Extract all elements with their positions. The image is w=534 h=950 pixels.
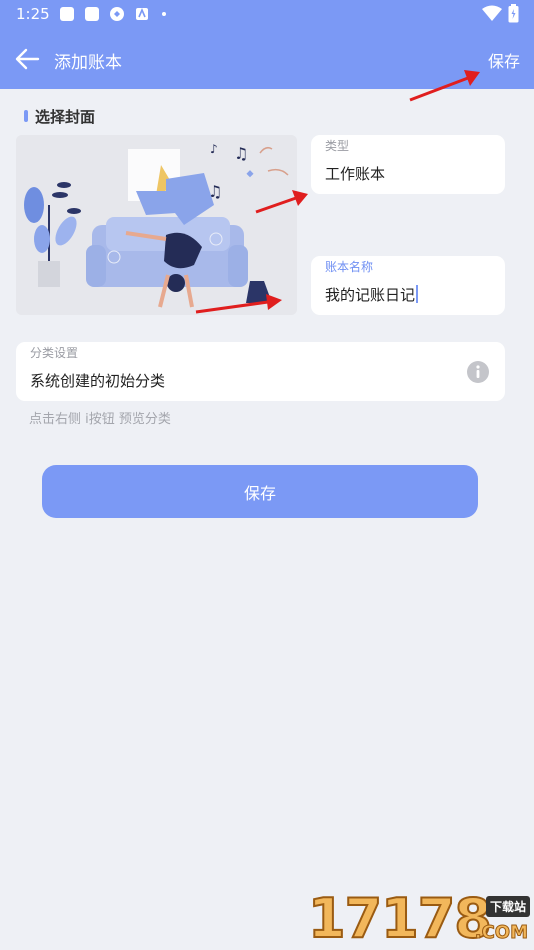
status-time: 1:25: [16, 5, 50, 23]
save-button[interactable]: 保存: [42, 465, 478, 518]
app-bar: 添加账本 保存: [0, 28, 534, 89]
category-settings-label: 分类设置: [30, 346, 79, 360]
book-type-field[interactable]: 类型 工作账本: [311, 135, 505, 194]
book-name-input[interactable]: 我的记账日记: [325, 284, 419, 305]
book-type-value: 工作账本: [325, 165, 386, 183]
category-settings-field[interactable]: 分类设置 系统创建的初始分类: [16, 342, 505, 401]
watermark-domain: .COM: [474, 922, 528, 944]
dot-icon: [162, 12, 166, 16]
category-hint-text: 点击右侧 i按钮 预览分类: [29, 412, 171, 427]
app-icon: [136, 7, 148, 20]
info-icon[interactable]: [467, 361, 489, 383]
back-arrow-icon[interactable]: [14, 47, 40, 71]
section-title-text: 选择封面: [35, 108, 96, 126]
category-settings-value: 系统创建的初始分类: [30, 372, 166, 390]
book-name-value: 我的记账日记: [325, 286, 416, 304]
svg-text:♪: ♪: [210, 142, 218, 156]
section-marker: [24, 110, 28, 122]
cover-image[interactable]: ♫ ♫ ♪: [16, 135, 297, 315]
text-cursor: [416, 285, 419, 303]
cover-section-title: 选择封面: [24, 106, 95, 127]
page-title: 添加账本: [54, 53, 122, 73]
watermark-sub: 下载站: [485, 896, 530, 917]
save-action-button[interactable]: 保存: [488, 48, 520, 72]
notification-icon: [85, 7, 99, 21]
notification-icon: [60, 7, 74, 21]
book-name-label: 账本名称: [325, 260, 374, 274]
battery-icon: [508, 4, 519, 23]
svg-text:♫: ♫: [208, 182, 222, 201]
cover-illustration: ♫ ♫ ♪: [16, 135, 297, 315]
sync-icon: [110, 7, 124, 21]
watermark-logo: 17178 下载站 .COM: [307, 887, 534, 950]
wifi-icon: [482, 5, 502, 21]
status-bar: 1:25: [0, 0, 534, 28]
book-type-label: 类型: [325, 139, 350, 153]
svg-text:♫: ♫: [234, 144, 248, 163]
watermark-number: 17178: [307, 887, 493, 950]
book-name-field[interactable]: 账本名称 我的记账日记: [311, 256, 505, 315]
save-button-label: 保存: [243, 483, 276, 503]
